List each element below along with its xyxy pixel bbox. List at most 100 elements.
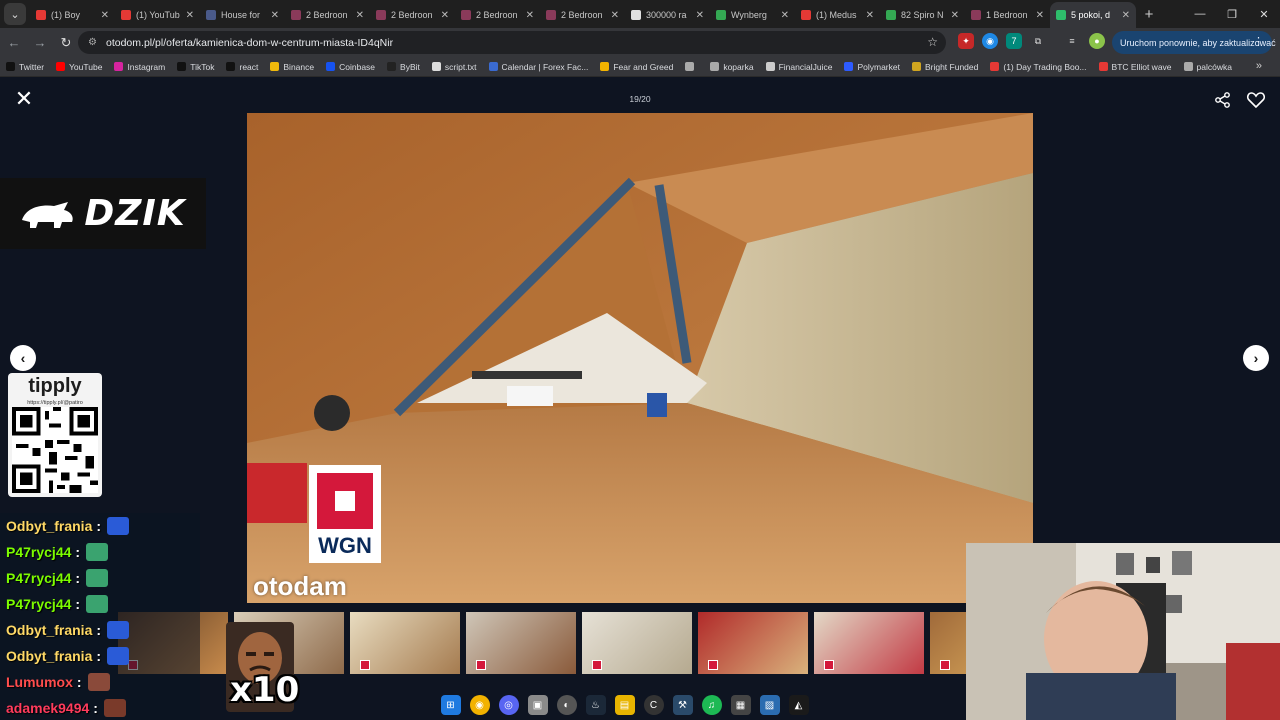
restore-icon[interactable]: ❐	[1216, 0, 1248, 28]
thumbnail[interactable]	[814, 612, 924, 674]
close-tab-icon[interactable]: ✕	[696, 10, 704, 21]
thumbnail[interactable]	[466, 612, 576, 674]
bookmark-item[interactable]: ByBit	[387, 62, 420, 72]
close-tab-icon[interactable]: ✕	[781, 10, 789, 21]
new-tab-button[interactable]: +	[1138, 6, 1160, 23]
main-listing-photo[interactable]: WGN otodam	[247, 113, 1033, 603]
bookmark-label: Instagram	[127, 61, 166, 72]
discord-icon[interactable]: ◎	[498, 695, 519, 715]
more-bookmarks-icon[interactable]: »	[1256, 60, 1262, 72]
bookmark-item[interactable]: Polymarket	[844, 62, 900, 72]
bookmark-item[interactable]: (1) Day Trading Boo...	[990, 62, 1087, 72]
browser-tab[interactable]: 300000 ra ✕	[625, 2, 710, 28]
browser-tab[interactable]: House for ✕	[200, 2, 285, 28]
close-tab-icon[interactable]: ✕	[271, 10, 279, 21]
bookmark-item[interactable]: Fear and Greed	[600, 62, 673, 72]
thumbnail[interactable]	[582, 612, 692, 674]
profile-avatar[interactable]: ●	[1089, 33, 1105, 49]
browser-tab[interactable]: 2 Bedroon ✕	[285, 2, 370, 28]
file-explorer-icon[interactable]: ▤	[614, 695, 635, 715]
extension-icon[interactable]: ◉	[982, 33, 998, 49]
browser-tab[interactable]: 82 Spiro N ✕	[880, 2, 965, 28]
close-window-icon[interactable]: ✕	[1248, 0, 1280, 28]
bookmark-item[interactable]: Binance	[270, 62, 314, 72]
browser-tab[interactable]: 2 Bedroon ✕	[540, 2, 625, 28]
bookmark-label: Binance	[283, 61, 315, 72]
bookmark-item[interactable]: palcówka	[1183, 62, 1232, 72]
favorite-heart-icon[interactable]	[1246, 90, 1266, 110]
tab-title: House for	[221, 10, 261, 20]
photos-icon[interactable]: ▨	[759, 695, 780, 715]
steam-icon[interactable]: ♨	[585, 695, 606, 715]
chrome-icon[interactable]: ◉	[469, 695, 490, 715]
close-tab-icon[interactable]: ✕	[1122, 10, 1130, 21]
app-icon[interactable]: ▦	[730, 695, 751, 715]
tab-favicon-icon	[801, 10, 811, 20]
share-icon[interactable]	[1214, 91, 1232, 109]
bookmark-item[interactable]: Coinbase	[326, 62, 375, 72]
bookmark-item[interactable]: Instagram	[114, 62, 165, 72]
reload-icon[interactable]: ↻	[54, 31, 78, 55]
app-icon[interactable]: ◐	[556, 695, 577, 715]
spotify-icon[interactable]: ♫	[701, 695, 722, 715]
bookmark-item[interactable]: Twitter	[6, 62, 44, 72]
bookmark-item[interactable]: FinancialJuice	[765, 62, 832, 72]
previous-photo-button[interactable]: ‹	[10, 345, 36, 371]
close-tab-icon[interactable]: ✕	[186, 10, 194, 21]
browser-tab[interactable]: (1) Medus ✕	[795, 2, 880, 28]
tab-search-icon[interactable]: ⌄	[4, 3, 26, 25]
next-photo-button[interactable]: ›	[1243, 345, 1269, 371]
bookmark-item[interactable]: TikTok	[177, 62, 214, 72]
close-tab-icon[interactable]: ✕	[611, 10, 619, 21]
bookmark-star-icon[interactable]: ☆	[927, 35, 938, 49]
browser-tab[interactable]: (1) Boy ✕	[30, 2, 115, 28]
close-tab-icon[interactable]: ✕	[441, 10, 449, 21]
bookmark-icon	[177, 62, 187, 71]
thumbnail[interactable]	[930, 612, 966, 674]
agency-logo-text: WGN	[318, 533, 372, 558]
close-tab-icon[interactable]: ✕	[1036, 10, 1044, 21]
forward-icon[interactable]: →	[28, 31, 52, 55]
bookmark-item[interactable]: YouTube	[56, 62, 102, 72]
close-tab-icon[interactable]: ✕	[866, 10, 874, 21]
browser-tab[interactable]: 2 Bedroon ✕	[455, 2, 540, 28]
update-browser-button[interactable]: Uruchom ponownie, aby zaktualizować ⋮	[1112, 31, 1276, 54]
close-tab-icon[interactable]: ✕	[101, 10, 109, 21]
extension-icon[interactable]: ✦	[958, 33, 974, 49]
site-info-icon[interactable]: ⚙	[88, 37, 100, 49]
extension-icon[interactable]: 7	[1006, 33, 1022, 49]
bookmark-item[interactable]	[685, 62, 698, 71]
bookmark-item[interactable]: koparka	[710, 62, 754, 72]
app-icon[interactable]: C	[643, 695, 664, 715]
window-controls: — ❐ ✕	[1184, 0, 1280, 28]
tab-favicon-icon	[291, 10, 301, 20]
minimize-icon[interactable]: —	[1184, 0, 1216, 28]
start-icon[interactable]: ⊞	[440, 695, 461, 715]
browser-tab[interactable]: 2 Bedroon ✕	[370, 2, 455, 28]
address-bar[interactable]: ⚙ otodom.pl/pl/oferta/kamienica-dom-w-ce…	[78, 31, 946, 54]
app-icon[interactable]: ⚒	[672, 695, 693, 715]
thumbnail[interactable]	[698, 612, 808, 674]
bookmark-item[interactable]: Calendar | Forex Fac...	[488, 62, 588, 72]
bookmark-item[interactable]: BTC Elliot wave	[1098, 62, 1172, 72]
close-tab-icon[interactable]: ✕	[356, 10, 364, 21]
thumbnail[interactable]	[350, 612, 460, 674]
browser-tab[interactable]: Wynberg ✕	[710, 2, 795, 28]
browser-tab[interactable]: (1) YouTub ✕	[115, 2, 200, 28]
close-gallery-button[interactable]: ✕	[14, 88, 34, 110]
app-icon[interactable]: ◭	[788, 695, 809, 715]
tipply-title: tipply	[28, 375, 82, 397]
bookmark-item[interactable]: react	[226, 62, 258, 72]
reading-list-icon[interactable]: ≡	[1064, 33, 1080, 49]
chat-separator: :	[75, 544, 81, 560]
bookmark-item[interactable]: script.txt	[431, 62, 477, 72]
close-tab-icon[interactable]: ✕	[526, 10, 534, 21]
bookmark-item[interactable]: Bright Funded	[911, 62, 978, 72]
close-tab-icon[interactable]: ✕	[951, 10, 959, 21]
browser-tab[interactable]: 5 pokoi, d ✕	[1050, 2, 1136, 28]
app-icon[interactable]: ▣	[527, 695, 548, 715]
extensions-puzzle-icon[interactable]: ⧉	[1030, 33, 1046, 49]
more-menu-icon[interactable]: ⋮	[1253, 35, 1264, 48]
back-icon[interactable]: ←	[2, 31, 26, 55]
browser-tab[interactable]: 1 Bedroon ✕	[965, 2, 1050, 28]
